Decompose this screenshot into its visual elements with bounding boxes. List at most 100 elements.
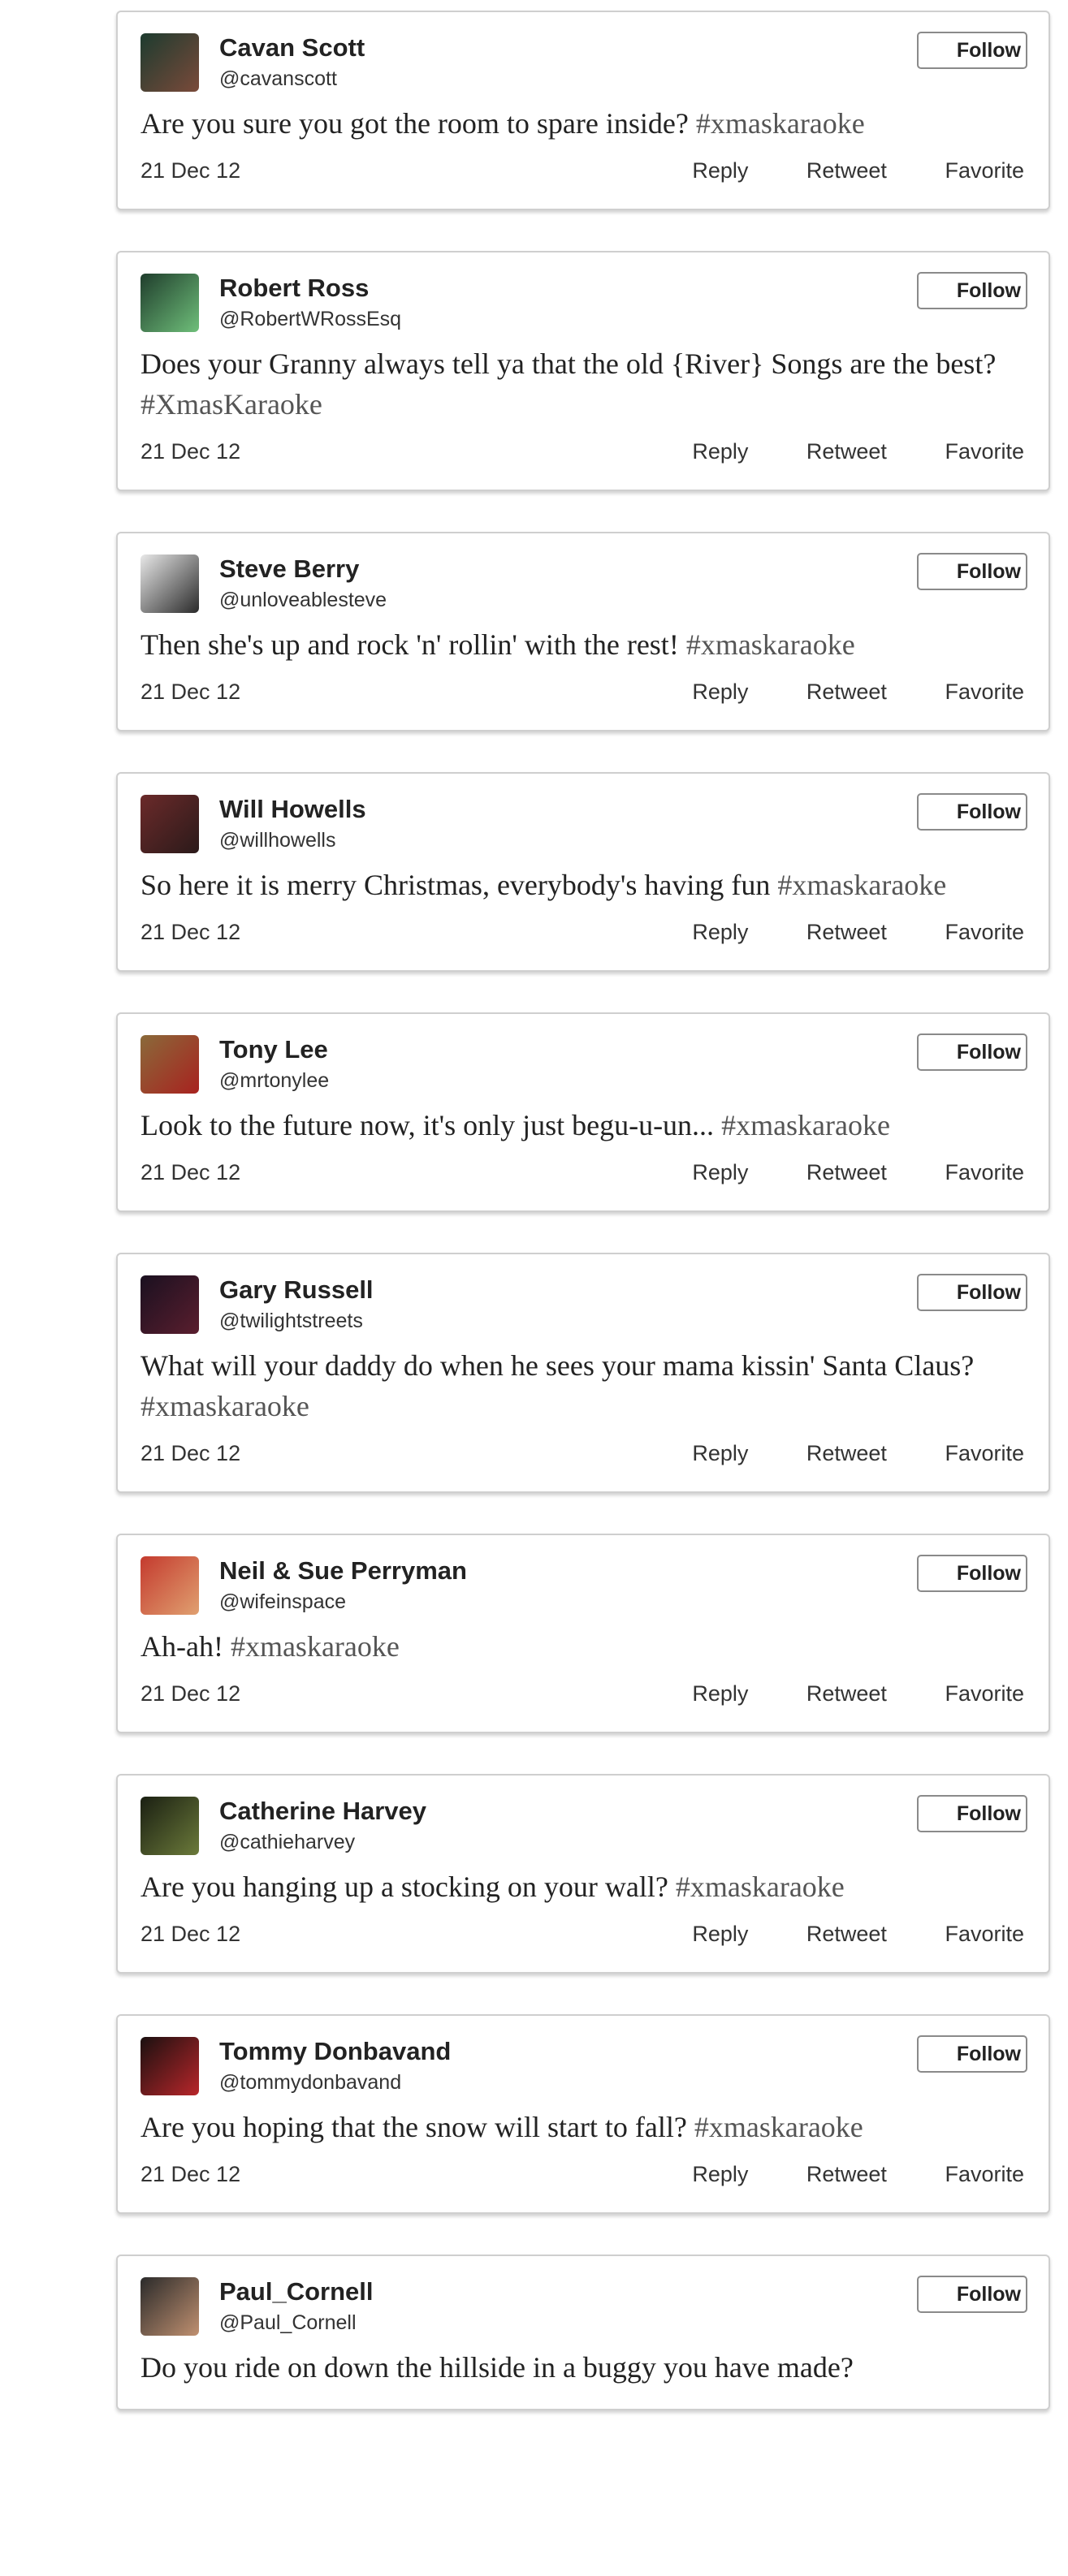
favorite-button[interactable]: Favorite [945,439,1024,464]
tweet-date[interactable]: 21 Dec 12 [141,1160,240,1185]
reply-button[interactable]: Reply [692,1922,748,1946]
favorite-button[interactable]: Favorite [945,158,1024,183]
reply-button[interactable]: Reply [692,920,748,944]
hashtag-link[interactable]: #xmaskaraoke [721,1109,890,1141]
retweet-button[interactable]: Retweet [806,439,887,464]
tweet-actions: Reply Retweet Favorite [692,1922,1024,1947]
user-name[interactable]: Neil & Sue Perryman [219,1556,467,1586]
hashtag-link[interactable]: #xmaskaraoke [777,869,946,901]
follow-button[interactable]: Follow [917,2276,1027,2313]
user-name[interactable]: Catherine Harvey [219,1797,426,1826]
tweet-card: Tony Lee @mrtonylee Follow Look to the f… [116,1012,1050,1212]
tweet-footer: 21 Dec 12 Reply Retweet Favorite [141,1918,1026,1951]
favorite-button[interactable]: Favorite [945,1681,1024,1706]
retweet-button[interactable]: Retweet [806,920,887,944]
user-handle[interactable]: @Paul_Cornell [219,2311,357,2335]
favorite-button[interactable]: Favorite [945,2162,1024,2186]
tweet-footer: 21 Dec 12 Reply Retweet Favorite [141,1438,1026,1470]
user-handle[interactable]: @twilightstreets [219,1310,363,1333]
user-handle[interactable]: @RobertWRossEsq [219,308,401,331]
avatar[interactable] [141,274,199,332]
reply-button[interactable]: Reply [692,439,748,464]
user-handle[interactable]: @unloveablesteve [219,589,387,612]
favorite-button[interactable]: Favorite [945,1441,1024,1465]
retweet-button[interactable]: Retweet [806,680,887,704]
user-name[interactable]: Gary Russell [219,1275,374,1305]
tweet-header: Paul_Cornell @Paul_Cornell Follow [141,2274,1027,2336]
user-name[interactable]: Robert Ross [219,274,369,303]
user-name[interactable]: Tommy Donbavand [219,2037,451,2066]
tweet-date[interactable]: 21 Dec 12 [141,1681,240,1707]
retweet-button[interactable]: Retweet [806,1160,887,1184]
tweet-footer: 21 Dec 12 Reply Retweet Favorite [141,1678,1026,1711]
avatar[interactable] [141,1556,199,1615]
tweet-body: What will your daddy do when he sees you… [141,1349,975,1382]
follow-button[interactable]: Follow [917,1033,1027,1071]
tweet-date[interactable]: 21 Dec 12 [141,439,240,464]
tweet-footer: 21 Dec 12 Reply Retweet Favorite [141,917,1026,949]
follow-button[interactable]: Follow [917,1555,1027,1592]
favorite-button[interactable]: Favorite [945,920,1024,944]
hashtag-link[interactable]: #xmaskaraoke [696,107,865,140]
reply-button[interactable]: Reply [692,1441,748,1465]
avatar[interactable] [141,2037,199,2095]
tweet-date[interactable]: 21 Dec 12 [141,680,240,705]
retweet-button[interactable]: Retweet [806,1441,887,1465]
tweet-date[interactable]: 21 Dec 12 [141,2162,240,2187]
tweet-date[interactable]: 21 Dec 12 [141,158,240,183]
user-name[interactable]: Cavan Scott [219,33,365,63]
retweet-button[interactable]: Retweet [806,158,887,183]
hashtag-link[interactable]: #xmaskaraoke [231,1630,400,1663]
avatar[interactable] [141,795,199,853]
reply-button[interactable]: Reply [692,1681,748,1706]
avatar[interactable] [141,2277,199,2336]
tweet-date[interactable]: 21 Dec 12 [141,920,240,945]
hashtag-link[interactable]: #XmasKaraoke [141,388,322,421]
hashtag-link[interactable]: #xmaskaraoke [686,628,855,661]
user-name[interactable]: Tony Lee [219,1035,328,1064]
tweet-date[interactable]: 21 Dec 12 [141,1922,240,1947]
avatar[interactable] [141,1797,199,1855]
follow-button[interactable]: Follow [917,32,1027,69]
user-handle[interactable]: @cathieharvey [219,1831,355,1854]
tweet-footer: 21 Dec 12 Reply Retweet Favorite [141,155,1026,188]
avatar[interactable] [141,1275,199,1334]
hashtag-link[interactable]: #xmaskaraoke [141,1390,309,1422]
follow-button[interactable]: Follow [917,2035,1027,2073]
reply-button[interactable]: Reply [692,1160,748,1184]
user-handle[interactable]: @mrtonylee [219,1069,329,1093]
retweet-button[interactable]: Retweet [806,1681,887,1706]
favorite-button[interactable]: Favorite [945,1160,1024,1184]
tweet-actions: Reply Retweet Favorite [692,1681,1024,1707]
follow-button[interactable]: Follow [917,553,1027,590]
user-handle[interactable]: @cavanscott [219,67,337,91]
favorite-button[interactable]: Favorite [945,680,1024,704]
tweet-card: Steve Berry @unloveablesteve Follow Then… [116,532,1050,731]
reply-button[interactable]: Reply [692,680,748,704]
user-handle[interactable]: @willhowells [219,829,335,852]
favorite-button[interactable]: Favorite [945,1922,1024,1946]
user-handle[interactable]: @tommydonbavand [219,2071,401,2095]
tweet-body: Are you sure you got the room to spare i… [141,107,689,140]
user-name[interactable]: Will Howells [219,795,366,824]
tweet-body: Then she's up and rock 'n' rollin' with … [141,628,679,661]
hashtag-link[interactable]: #xmaskaraoke [676,1871,845,1903]
follow-button[interactable]: Follow [917,793,1027,831]
reply-button[interactable]: Reply [692,2162,748,2186]
tweet-date[interactable]: 21 Dec 12 [141,1441,240,1466]
follow-button[interactable]: Follow [917,272,1027,309]
user-name[interactable]: Paul_Cornell [219,2277,374,2306]
user-name[interactable]: Steve Berry [219,554,359,584]
hashtag-link[interactable]: #xmaskaraoke [694,2111,863,2143]
tweet-text: Then she's up and rock 'n' rollin' with … [141,624,1010,665]
avatar[interactable] [141,554,199,613]
reply-button[interactable]: Reply [692,158,748,183]
tweet-text: Does your Granny always tell ya that the… [141,343,1010,425]
retweet-button[interactable]: Retweet [806,1922,887,1946]
avatar[interactable] [141,1035,199,1094]
avatar[interactable] [141,33,199,92]
user-handle[interactable]: @wifeinspace [219,1590,346,1614]
follow-button[interactable]: Follow [917,1795,1027,1832]
follow-button[interactable]: Follow [917,1274,1027,1311]
retweet-button[interactable]: Retweet [806,2162,887,2186]
